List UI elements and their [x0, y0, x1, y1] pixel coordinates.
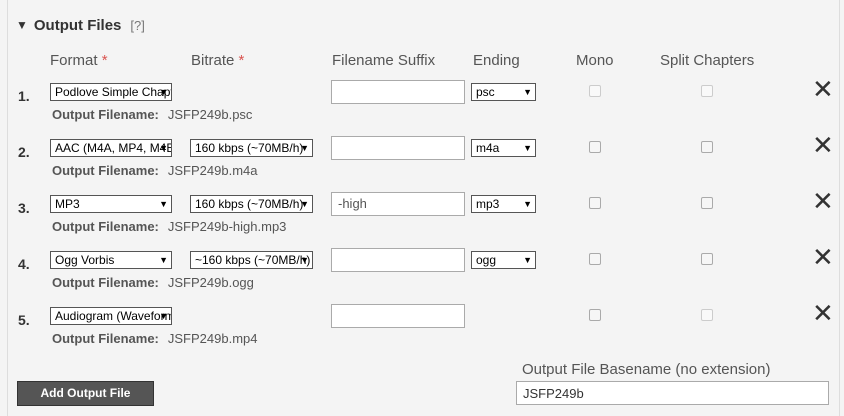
ending-select-value: mp3: [476, 197, 500, 211]
split-chapters-checkbox[interactable]: [701, 197, 713, 209]
row-number: 3.: [18, 200, 30, 216]
dropdown-arrow-icon: ▼: [300, 199, 309, 209]
dropdown-arrow-icon: ▼: [300, 255, 309, 265]
format-select-value: Ogg Vorbis: [55, 253, 115, 267]
dropdown-arrow-icon: ▼: [523, 199, 532, 209]
format-select[interactable]: AAC (M4A, MP4, M4B) ▼: [50, 139, 172, 157]
mono-checkbox[interactable]: [589, 309, 601, 321]
header-format: Format *: [50, 52, 108, 69]
row-number: 2.: [18, 144, 30, 160]
header-ending: Ending: [473, 52, 520, 69]
close-icon[interactable]: ✕: [812, 300, 834, 326]
filename-suffix-input[interactable]: [331, 248, 465, 272]
output-filename-value: JSFP249b-high.mp3: [167, 219, 287, 234]
split-chapters-checkbox: [701, 85, 713, 97]
filename-suffix-input[interactable]: -high: [331, 192, 465, 216]
output-filename: Output Filename: JSFP249b-high.mp3: [52, 219, 286, 234]
dropdown-arrow-icon: ▼: [159, 87, 168, 97]
close-icon[interactable]: ✕: [812, 244, 834, 270]
output-filename: Output Filename: JSFP249b.m4a: [52, 163, 258, 178]
bitrate-select-value: 160 kbps (~70MB/h): [195, 141, 304, 155]
output-filename: Output Filename: JSFP249b.mp4: [52, 331, 258, 346]
output-row: 2. AAC (M4A, MP4, M4B) ▼ 160 kbps (~70MB/h)…: [0, 132, 844, 195]
row-number: 1.: [18, 88, 30, 104]
format-select[interactable]: Podlove Simple Chapters▼: [50, 83, 172, 101]
format-select-value: Audiogram (Waveform Video): [55, 309, 172, 323]
bitrate-select[interactable]: 160 kbps (~70MB/h) ▼: [190, 139, 313, 157]
section-title: Output Files: [33, 16, 122, 34]
format-select[interactable]: MP3 ▼: [50, 195, 172, 213]
mono-checkbox[interactable]: [589, 197, 601, 209]
bitrate-select[interactable]: ~160 kbps (~70MB/h) ▼: [190, 251, 313, 269]
filename-suffix-input[interactable]: [331, 136, 465, 160]
ending-select-value: psc: [476, 85, 495, 99]
close-icon[interactable]: ✕: [812, 188, 834, 214]
dropdown-arrow-icon: ▼: [159, 199, 168, 209]
filename-suffix-input[interactable]: [331, 304, 465, 328]
header-suffix: Filename Suffix: [332, 52, 436, 69]
ending-select-value: ogg: [476, 253, 497, 267]
dropdown-arrow-icon: ▼: [523, 143, 532, 153]
output-filename: Output Filename: JSFP249b.ogg: [52, 275, 254, 290]
header-split-chapters: Split Chapters: [660, 52, 755, 69]
section-header[interactable]: ▼ Output Files [?]: [16, 15, 145, 35]
ending-select[interactable]: ogg ▼: [471, 251, 536, 269]
dropdown-arrow-icon: ▼: [159, 311, 168, 321]
format-select-value: Podlove Simple Chapters: [55, 85, 171, 99]
bitrate-select[interactable]: 160 kbps (~70MB/h) ▼: [190, 195, 313, 213]
header-bitrate-label: Bitrate: [191, 52, 235, 69]
dropdown-arrow-icon: ▼: [300, 143, 309, 153]
dropdown-arrow-icon: ▼: [523, 87, 532, 97]
header-format-label: Format: [50, 52, 98, 69]
bitrate-select-value: ~160 kbps (~70MB/h): [195, 253, 311, 267]
mono-checkbox: [589, 85, 601, 97]
dropdown-arrow-icon: ▼: [159, 143, 168, 153]
format-select[interactable]: Audiogram (Waveform Video)▼: [50, 307, 172, 325]
basename-input[interactable]: JSFP249b: [516, 381, 829, 405]
required-mark: *: [238, 52, 245, 69]
output-filename-value: JSFP249b.m4a: [167, 163, 258, 178]
output-filename-label: Output Filename:: [52, 331, 159, 346]
header-mono: Mono: [576, 52, 614, 69]
help-link[interactable]: [?]: [130, 18, 144, 33]
mono-checkbox[interactable]: [589, 253, 601, 265]
output-row: 5. Audiogram (Waveform Video)▼ ✕ Output Fil…: [0, 300, 844, 363]
header-bitrate: Bitrate *: [191, 52, 244, 69]
split-chapters-checkbox[interactable]: [701, 253, 713, 265]
output-filename-value: JSFP249b.psc: [167, 107, 253, 122]
row-number: 4.: [18, 256, 30, 272]
filename-suffix-input[interactable]: [331, 80, 465, 104]
split-chapters-checkbox[interactable]: [701, 141, 713, 153]
format-select-value: AAC (M4A, MP4, M4B): [55, 141, 172, 155]
triangle-down-icon[interactable]: ▼: [16, 18, 28, 32]
mono-checkbox[interactable]: [589, 141, 601, 153]
output-row: 3. MP3 ▼ 160 kbps (~70MB/h) ▼ -high mp3 ▼ ✕ Outpu…: [0, 188, 844, 251]
output-filename: Output Filename: JSFP249b.psc: [52, 107, 252, 122]
output-filename-label: Output Filename:: [52, 219, 159, 234]
close-icon[interactable]: ✕: [812, 132, 834, 158]
output-row: 4. Ogg Vorbis ▼ ~160 kbps (~70MB/h) ▼ ogg ▼ ✕ Ou…: [0, 244, 844, 307]
ending-select[interactable]: psc ▼: [471, 83, 536, 101]
output-row: 1.Podlove Simple Chapters▼psc▼✕Output Fi…: [0, 76, 844, 139]
ending-select[interactable]: m4a ▼: [471, 139, 536, 157]
output-filename-label: Output Filename:: [52, 107, 159, 122]
close-icon[interactable]: ✕: [812, 76, 834, 102]
split-chapters-checkbox: [701, 309, 713, 321]
output-filename-label: Output Filename:: [52, 275, 159, 290]
output-filename-value: JSFP249b.mp4: [167, 331, 258, 346]
basename-label: Output File Basename (no extension): [522, 361, 771, 378]
bitrate-select-value: 160 kbps (~70MB/h): [195, 197, 304, 211]
output-filename-label: Output Filename:: [52, 163, 159, 178]
required-mark: *: [101, 52, 108, 69]
format-select-value: MP3: [55, 197, 80, 211]
ending-select[interactable]: mp3 ▼: [471, 195, 536, 213]
ending-select-value: m4a: [476, 141, 500, 155]
dropdown-arrow-icon: ▼: [523, 255, 532, 265]
output-filename-value: JSFP249b.ogg: [167, 275, 254, 290]
add-output-file-button[interactable]: Add Output File: [17, 381, 154, 406]
format-select[interactable]: Ogg Vorbis ▼: [50, 251, 172, 269]
dropdown-arrow-icon: ▼: [159, 255, 168, 265]
row-number: 5.: [18, 312, 30, 328]
